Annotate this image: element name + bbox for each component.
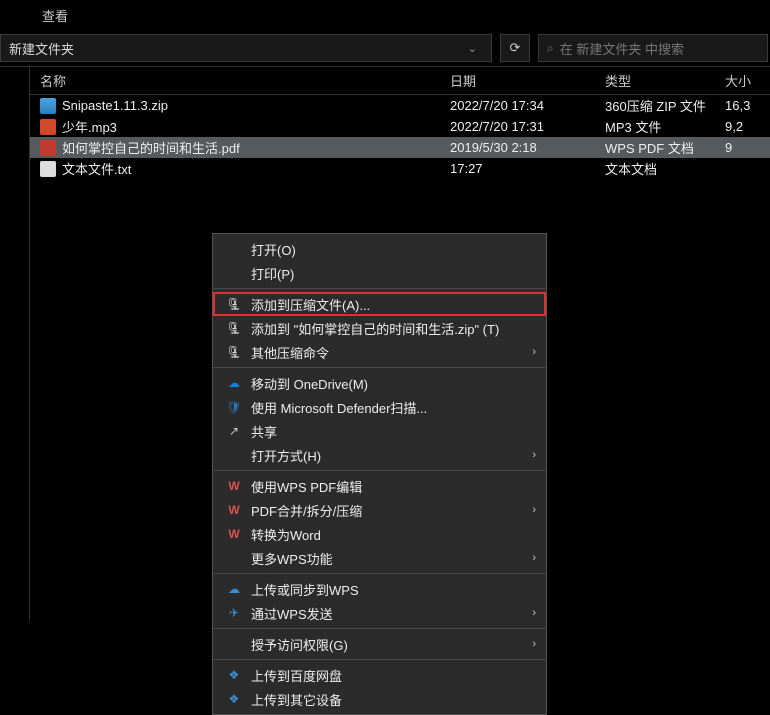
file-name: Snipaste1.11.3.zip bbox=[62, 98, 168, 113]
chevron-right-icon: › bbox=[532, 638, 536, 650]
menu-share[interactable]: ↗共享 bbox=[213, 419, 546, 443]
chevron-right-icon: › bbox=[532, 607, 536, 619]
menu-separator bbox=[214, 573, 545, 574]
search-placeholder: 在 新建文件夹 中搜索 bbox=[560, 39, 684, 58]
file-row[interactable]: 少年.mp3 2022/7/20 17:31MP3 文件9,2 bbox=[30, 116, 770, 137]
file-icon bbox=[40, 161, 56, 177]
share-icon: ↗ bbox=[225, 423, 243, 439]
shield-icon: 🛡 bbox=[225, 399, 243, 415]
file-size: 9,2 bbox=[725, 119, 770, 134]
wps-icon: W bbox=[225, 478, 243, 494]
context-menu: 打开(O) 打印(P) 🗜添加到压缩文件(A)... 🗜添加到 "如何掌控自己的… bbox=[212, 233, 547, 715]
file-type: WPS PDF 文档 bbox=[605, 138, 725, 157]
header-type[interactable]: 类型 bbox=[605, 71, 725, 90]
file-date: 17:27 bbox=[450, 161, 605, 176]
menu-more-wps[interactable]: 更多WPS功能› bbox=[213, 546, 546, 570]
file-type: 文本文档 bbox=[605, 159, 725, 178]
archive-icon: 🗜 bbox=[225, 320, 243, 336]
file-icon bbox=[40, 140, 56, 156]
menu-separator bbox=[214, 628, 545, 629]
archive-icon: 🗜 bbox=[225, 344, 243, 360]
toolbar: 新建文件夹 ⌄ ⟳ ⌕ 在 新建文件夹 中搜索 bbox=[0, 30, 770, 67]
header-date[interactable]: 日期 bbox=[450, 71, 605, 90]
search-icon: ⌕ bbox=[547, 41, 554, 56]
sidebar bbox=[0, 67, 30, 621]
column-headers: 名称 日期 类型 大小 bbox=[30, 67, 770, 95]
menu-add-named-zip[interactable]: 🗜添加到 "如何掌控自己的时间和生活.zip" (T) bbox=[213, 316, 546, 340]
menu-open-with[interactable]: 打开方式(H)› bbox=[213, 443, 546, 467]
menu-grant-access[interactable]: 授予访问权限(G)› bbox=[213, 632, 546, 656]
file-name: 如何掌控自己的时间和生活.pdf bbox=[62, 138, 240, 157]
wps-icon: W bbox=[225, 502, 243, 518]
archive-icon: 🗜 bbox=[225, 296, 243, 312]
send-icon: ✈ bbox=[225, 605, 243, 621]
top-menu-bar: 查看 bbox=[0, 0, 770, 30]
menu-open[interactable]: 打开(O) bbox=[213, 237, 546, 261]
file-name: 文本文件.txt bbox=[62, 159, 131, 178]
file-icon bbox=[40, 98, 56, 114]
chevron-right-icon: › bbox=[532, 552, 536, 564]
chevron-down-icon[interactable]: ⌄ bbox=[460, 42, 485, 55]
menu-sync-wps[interactable]: ☁上传或同步到WPS bbox=[213, 577, 546, 601]
menu-onedrive[interactable]: ☁移动到 OneDrive(M) bbox=[213, 371, 546, 395]
menu-separator bbox=[214, 288, 545, 289]
file-date: 2022/7/20 17:31 bbox=[450, 119, 605, 134]
address-bar[interactable]: 新建文件夹 ⌄ bbox=[0, 34, 492, 62]
device-icon: ❖ bbox=[225, 691, 243, 707]
menu-separator bbox=[214, 367, 545, 368]
file-icon bbox=[40, 119, 56, 135]
menu-wps-edit[interactable]: W使用WPS PDF编辑 bbox=[213, 474, 546, 498]
file-list-area: 名称 日期 类型 大小 Snipaste1.11.3.zip 2022/7/20 … bbox=[30, 67, 770, 621]
search-input[interactable]: ⌕ 在 新建文件夹 中搜索 bbox=[538, 34, 768, 62]
menu-send-wps[interactable]: ✈通过WPS发送› bbox=[213, 601, 546, 625]
menu-other-device[interactable]: ❖上传到其它设备 bbox=[213, 687, 546, 711]
menu-add-to-archive[interactable]: 🗜添加到压缩文件(A)... bbox=[213, 292, 546, 316]
menu-separator bbox=[214, 470, 545, 471]
cloud-icon: ☁ bbox=[225, 581, 243, 597]
menu-pdf-merge[interactable]: WPDF合并/拆分/压缩› bbox=[213, 498, 546, 522]
file-name: 少年.mp3 bbox=[62, 117, 117, 136]
file-row[interactable]: Snipaste1.11.3.zip 2022/7/20 17:34360压缩 Z… bbox=[30, 95, 770, 116]
baidu-icon: ❖ bbox=[225, 667, 243, 683]
chevron-right-icon: › bbox=[532, 449, 536, 461]
file-row[interactable]: 文本文件.txt 17:27文本文档 bbox=[30, 158, 770, 179]
chevron-right-icon: › bbox=[532, 504, 536, 516]
menu-baidu[interactable]: ❖上传到百度网盘 bbox=[213, 663, 546, 687]
refresh-button[interactable]: ⟳ bbox=[500, 34, 530, 62]
menu-print[interactable]: 打印(P) bbox=[213, 261, 546, 285]
file-date: 2022/7/20 17:34 bbox=[450, 98, 605, 113]
view-menu[interactable]: 查看 bbox=[30, 2, 80, 29]
chevron-right-icon: › bbox=[532, 346, 536, 358]
file-date: 2019/5/30 2:18 bbox=[450, 140, 605, 155]
file-size: 16,3 bbox=[725, 98, 770, 113]
file-row[interactable]: 如何掌控自己的时间和生活.pdf 2019/5/30 2:18WPS PDF 文档… bbox=[30, 137, 770, 158]
menu-separator bbox=[214, 659, 545, 660]
onedrive-icon: ☁ bbox=[225, 375, 243, 391]
current-folder: 新建文件夹 bbox=[7, 39, 460, 58]
menu-other-zip[interactable]: 🗜其他压缩命令› bbox=[213, 340, 546, 364]
header-name[interactable]: 名称 bbox=[30, 71, 450, 90]
file-type: 360压缩 ZIP 文件 bbox=[605, 96, 725, 115]
menu-to-word[interactable]: W转换为Word bbox=[213, 522, 546, 546]
file-type: MP3 文件 bbox=[605, 117, 725, 136]
header-size[interactable]: 大小 bbox=[725, 71, 770, 90]
menu-defender[interactable]: 🛡使用 Microsoft Defender扫描... bbox=[213, 395, 546, 419]
file-size: 9 bbox=[725, 140, 770, 155]
refresh-icon: ⟳ bbox=[510, 40, 521, 56]
wps-icon: W bbox=[225, 526, 243, 542]
